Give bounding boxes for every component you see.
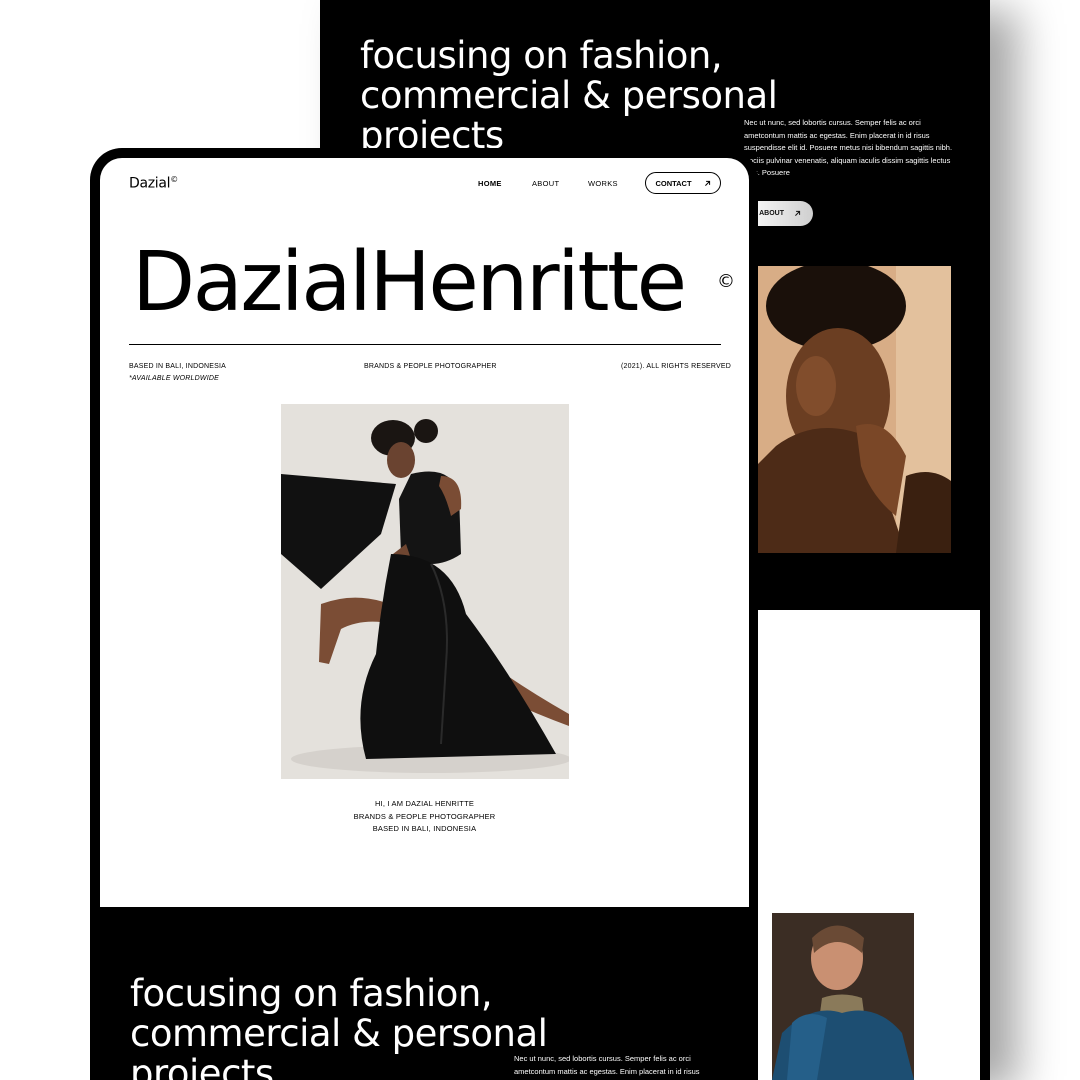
nav-about[interactable]: ABOUT bbox=[532, 179, 559, 188]
logo-text: Dazial bbox=[129, 175, 171, 192]
intro-line-1: HI, I AM DAZIAL HENRITTE bbox=[374, 799, 475, 808]
nav-home[interactable]: HOME bbox=[478, 179, 502, 188]
portrait-photo-blue-dress bbox=[772, 913, 914, 1080]
hero-photo-model-black-dress bbox=[281, 404, 569, 779]
hero-name: DazialHenritte bbox=[132, 235, 687, 330]
back-section-headline: focusing on fashion, commercial & person… bbox=[360, 34, 778, 157]
copyright-icon: © bbox=[717, 271, 735, 292]
location-info: BASED IN BALI, INDONESIA *AVAILABLE WORL… bbox=[129, 361, 226, 385]
rights-notice: (2021). ALL RIGHTS RESERVED bbox=[621, 363, 732, 370]
front-section-paragraph: Nec ut nunc, sed lobortis cursus. Semper… bbox=[514, 1054, 700, 1076]
back-section-paragraph: Nec ut nunc, sed lobortis cursus. Semper… bbox=[744, 118, 953, 177]
intro-line-3: BASED IN BALI, INDONESIA bbox=[372, 824, 477, 833]
intro-line-2: BRANDS & PEOPLE PHOTOGRAPHER bbox=[353, 811, 496, 821]
contact-button[interactable]: CONTACT bbox=[645, 172, 721, 194]
based-location: BASED IN BALI, INDONESIA bbox=[129, 363, 226, 370]
logo-mark: © bbox=[170, 175, 178, 184]
availability-note: *AVAILABLE WORLDWIDE bbox=[129, 375, 219, 382]
about-button-label: ABOUT bbox=[759, 210, 784, 217]
front-screen: Dazial© HOME ABOUT WORKS CONTACT DazialH… bbox=[100, 158, 749, 907]
contact-button-label: CONTACT bbox=[655, 178, 692, 188]
front-section-headline: focusing on fashion, commercial & person… bbox=[130, 972, 548, 1080]
hero-divider bbox=[129, 344, 721, 345]
nav-works[interactable]: WORKS bbox=[588, 179, 618, 188]
role-tagline: BRANDS & PEOPLE PHOTOGRAPHER bbox=[364, 363, 497, 370]
arrow-up-right-icon bbox=[794, 210, 801, 217]
site-logo[interactable]: Dazial© bbox=[129, 175, 178, 192]
portrait-photo-warm bbox=[756, 266, 951, 553]
arrow-up-right-icon bbox=[704, 180, 711, 187]
intro-text: HI, I AM DAZIAL HENRITTE BRANDS & PEOPLE… bbox=[100, 798, 749, 836]
